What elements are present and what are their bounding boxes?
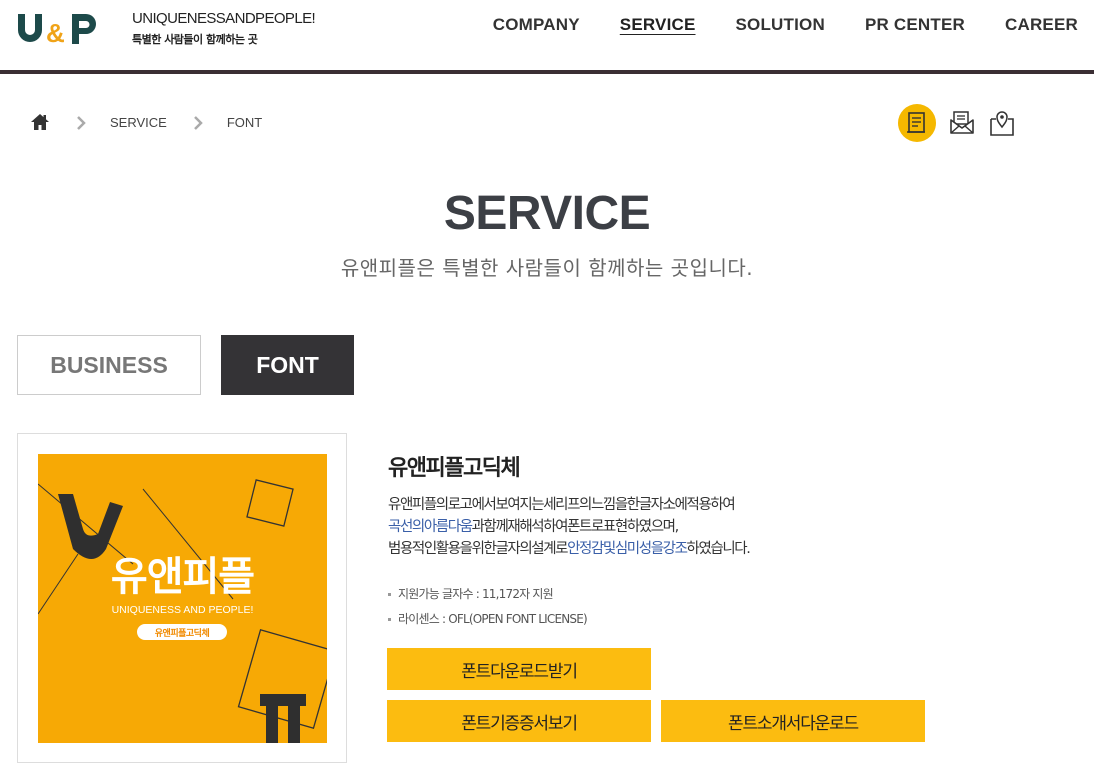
- tab-font[interactable]: FONT: [221, 335, 354, 395]
- nav-company[interactable]: COMPANY: [493, 15, 580, 35]
- chevron-right-icon: [193, 115, 203, 130]
- main-nav: COMPANY SERVICE SOLUTION PR CENTER CAREE…: [493, 15, 1078, 35]
- desc-line-3-pre: 범용적인활용을위한글자의설계로: [388, 541, 569, 557]
- desc-line-3-post: 하였습니다.: [686, 541, 751, 557]
- mail-icon[interactable]: [948, 108, 976, 138]
- font-download-button[interactable]: 폰트다운로드받기: [387, 648, 651, 690]
- document-icon: [907, 112, 925, 133]
- product-specs: 지원가능 글자수 : 11,172자 지원 라이센스 : OFL(OPEN FO…: [388, 582, 588, 632]
- logo[interactable]: &: [16, 8, 106, 48]
- product-description: 유앤피플의로고에서보여지는세리프의느낌을한글자소에적용하여 곡선의아름다움과함께…: [388, 494, 908, 560]
- desc-highlight-2: 안정감및심미성을강조: [567, 541, 688, 557]
- breadcrumb-service[interactable]: SERVICE: [110, 115, 167, 130]
- product-thumbnail: 유앤피플 UNIQUENESS AND PEOPLE! 유앤피플고딕체: [38, 454, 327, 743]
- page-subtitle: 유앤피플은 특별한 사람들이 함께하는 곳입니다.: [340, 256, 754, 280]
- tagline-ko: 특별한 사람들이 함께하는 곳: [132, 33, 258, 46]
- home-icon[interactable]: [30, 112, 50, 132]
- poster-badge: 유앤피플고딕체: [137, 624, 227, 640]
- nav-career[interactable]: CAREER: [1005, 15, 1078, 35]
- map-pin-icon[interactable]: [988, 108, 1016, 138]
- document-icon-button[interactable]: [898, 104, 936, 142]
- font-certificate-button[interactable]: 폰트기증증서보기: [387, 700, 651, 742]
- desc-line-1: 유앤피플의로고에서보여지는세리프의느낌을한글자소에적용하여: [388, 497, 736, 513]
- poster-title: 유앤피플: [110, 554, 255, 600]
- tab-business[interactable]: BUSINESS: [17, 335, 201, 395]
- tagline-en: UNIQUENESSANDPEOPLE!: [132, 10, 316, 27]
- desc-line-2: 곡선의아름다움과함께재해석하여폰트로표현하였으며,: [388, 516, 908, 538]
- page-title: SERVICE: [443, 187, 651, 240]
- svg-text:&: &: [46, 18, 65, 48]
- spec-license: 라이센스 : OFL(OPEN FONT LICENSE): [388, 607, 588, 632]
- product-title: 유앤피플고딕체: [388, 456, 521, 481]
- tagline: UNIQUENESSANDPEOPLE! 특별한 사람들이 함께하는 곳: [132, 10, 316, 47]
- desc-highlight-1: 곡선의아름다움: [388, 519, 473, 535]
- site-header: & UNIQUENESSANDPEOPLE! 특별한 사람들이 함께하는 곳 C…: [0, 0, 1094, 74]
- nav-service[interactable]: SERVICE: [620, 15, 696, 35]
- logo-mark-icon: &: [18, 14, 96, 48]
- spec-glyph-count: 지원가능 글자수 : 11,172자 지원: [388, 582, 587, 607]
- chevron-right-icon: [76, 115, 86, 130]
- product-thumbnail-frame: 유앤피플 UNIQUENESS AND PEOPLE! 유앤피플고딕체: [17, 433, 347, 763]
- font-intro-download-button[interactable]: 폰트소개서다운로드: [661, 700, 925, 742]
- poster-en-text: UNIQUENESS AND PEOPLE!: [111, 604, 254, 616]
- nav-pr-center[interactable]: PR CENTER: [865, 15, 965, 35]
- desc-line-2-text: 과함께재해석하여폰트로표현하였으며,: [471, 519, 680, 535]
- nav-solution[interactable]: SOLUTION: [736, 15, 825, 35]
- breadcrumb: SERVICE FONT: [30, 112, 262, 132]
- desc-line-3: 범용적인활용을위한글자의설계로안정감및심미성을강조하였습니다.: [388, 538, 908, 560]
- breadcrumb-font[interactable]: FONT: [227, 115, 262, 130]
- utility-icons: [898, 104, 1016, 142]
